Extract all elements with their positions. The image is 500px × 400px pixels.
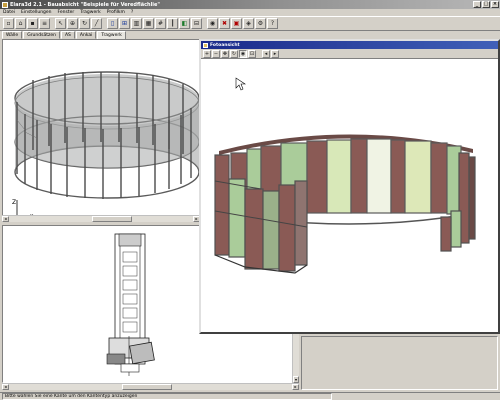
window-controls: _ □ × bbox=[473, 1, 499, 8]
prev-icon[interactable]: ◂ bbox=[262, 49, 270, 58]
scroll-thumb[interactable] bbox=[122, 384, 172, 390]
menu-einstellungen[interactable]: Einstellungen bbox=[21, 10, 52, 15]
door-icon[interactable]: ▯ bbox=[107, 18, 118, 29]
minimize-button[interactable]: _ bbox=[473, 1, 481, 8]
rotate-icon[interactable]: ↻ bbox=[230, 49, 238, 58]
wireframe-view[interactable]: Z X bbox=[2, 39, 200, 222]
scroll-left-arrow[interactable]: ◂ bbox=[2, 216, 9, 222]
menu-bar: Datei Einstellungen Fenster Tragwerk Pro… bbox=[0, 9, 500, 16]
camera-icon[interactable]: ◉ bbox=[207, 18, 218, 29]
properties-pane bbox=[301, 336, 498, 390]
app-icon bbox=[2, 1, 8, 8]
foto-icon bbox=[203, 42, 208, 48]
status-text: Bitte wählen Sie eine Kante um den Kante… bbox=[2, 393, 332, 400]
grid-icon[interactable]: # bbox=[155, 18, 166, 29]
menu-help[interactable]: ? bbox=[131, 10, 133, 15]
foto-title: Fotoansicht bbox=[210, 42, 240, 48]
help-icon[interactable]: ? bbox=[267, 18, 278, 29]
layer-icon[interactable]: ▣ bbox=[231, 18, 242, 29]
foto-window[interactable]: Fotoansicht + − ✥ ↻ ◉ ⊡ ◂ ▸ bbox=[199, 39, 500, 334]
scroll-thumb[interactable] bbox=[92, 216, 132, 222]
section-icon[interactable]: ⊟ bbox=[191, 18, 202, 29]
scroll-left-arrow[interactable]: ◂ bbox=[2, 384, 9, 390]
print-icon[interactable]: ≡ bbox=[39, 18, 50, 29]
open-icon[interactable]: ⌂ bbox=[15, 18, 26, 29]
line-icon[interactable]: ╱ bbox=[91, 18, 102, 29]
save-icon[interactable]: ▪ bbox=[27, 18, 38, 29]
maximize-button[interactable]: □ bbox=[482, 1, 490, 8]
panel-icon[interactable]: ▥ bbox=[131, 18, 142, 29]
axis-z-label: Z bbox=[12, 199, 16, 206]
settings-icon[interactable]: ⚙ bbox=[255, 18, 266, 29]
menu-tragwerk[interactable]: Tragwerk bbox=[80, 10, 100, 15]
window-icon[interactable]: ⊞ bbox=[119, 18, 130, 29]
scroll-right-arrow[interactable]: ▸ bbox=[292, 384, 299, 390]
mouse-cursor-icon bbox=[235, 77, 246, 91]
rotate-icon[interactable]: ↻ bbox=[79, 18, 90, 29]
scroll-down-arrow[interactable]: ▾ bbox=[293, 376, 299, 383]
menu-datei[interactable]: Datei bbox=[3, 10, 15, 15]
eye-icon[interactable]: ◉ bbox=[239, 49, 247, 58]
render-icon[interactable]: ◈ bbox=[243, 18, 254, 29]
new-icon[interactable]: ▫ bbox=[3, 18, 14, 29]
next-icon[interactable]: ▸ bbox=[271, 49, 279, 58]
window-title: Elara3d 2.1 - Bauabsicht "Beispiele für … bbox=[10, 1, 161, 8]
profile-hscroll[interactable]: ◂ ▸ bbox=[2, 383, 299, 390]
foto-titlebar[interactable]: Fotoansicht bbox=[201, 41, 498, 49]
zoom-icon[interactable]: ⊕ bbox=[67, 18, 78, 29]
menu-fenster[interactable]: Fenster bbox=[58, 10, 75, 15]
app-titlebar: Elara3d 2.1 - Bauabsicht "Beispiele für … bbox=[0, 0, 500, 9]
main-toolbar: ▫ ⌂ ▪ ≡ ↖ ⊕ ↻ ╱ ▯ ⊞ ▥ ▦ # ┃ ◧ ⊟ ◉ ✖ ▣ ◈ … bbox=[0, 16, 500, 31]
tab-grundsaetze[interactable]: Grundsätzen bbox=[23, 31, 60, 39]
menu-profile[interactable]: Profilkm bbox=[107, 10, 125, 15]
close-button[interactable]: × bbox=[491, 1, 499, 8]
cylinder-wireframe: Z X bbox=[12, 71, 199, 220]
foto-toolbar: + − ✥ ↻ ◉ ⊡ ◂ ▸ bbox=[201, 49, 498, 59]
wireframe-hscroll[interactable]: ◂ ▸ bbox=[2, 215, 200, 222]
foto-render bbox=[214, 77, 476, 274]
red-x-icon[interactable]: ✖ bbox=[219, 18, 230, 29]
glass-icon[interactable]: ◧ bbox=[179, 18, 190, 29]
tab-ankai[interactable]: Ankai bbox=[75, 31, 97, 39]
tab-waelle[interactable]: Wälle bbox=[2, 31, 23, 39]
arrow-icon[interactable]: ↖ bbox=[55, 18, 66, 29]
zoom-in-icon[interactable]: + bbox=[203, 49, 211, 58]
view-tabs: Wälle Grundsätzen AS Ankai Tragwerk bbox=[2, 31, 127, 40]
frame-icon[interactable]: ▦ bbox=[143, 18, 154, 29]
tab-as[interactable]: AS bbox=[60, 31, 75, 39]
profile-icon[interactable]: ┃ bbox=[167, 18, 178, 29]
status-bar: Bitte wählen Sie eine Kante um den Kante… bbox=[0, 392, 500, 400]
fit-icon[interactable]: ⊡ bbox=[248, 49, 256, 58]
pan-icon[interactable]: ✥ bbox=[221, 49, 229, 58]
zoom-out-icon[interactable]: − bbox=[212, 49, 220, 58]
